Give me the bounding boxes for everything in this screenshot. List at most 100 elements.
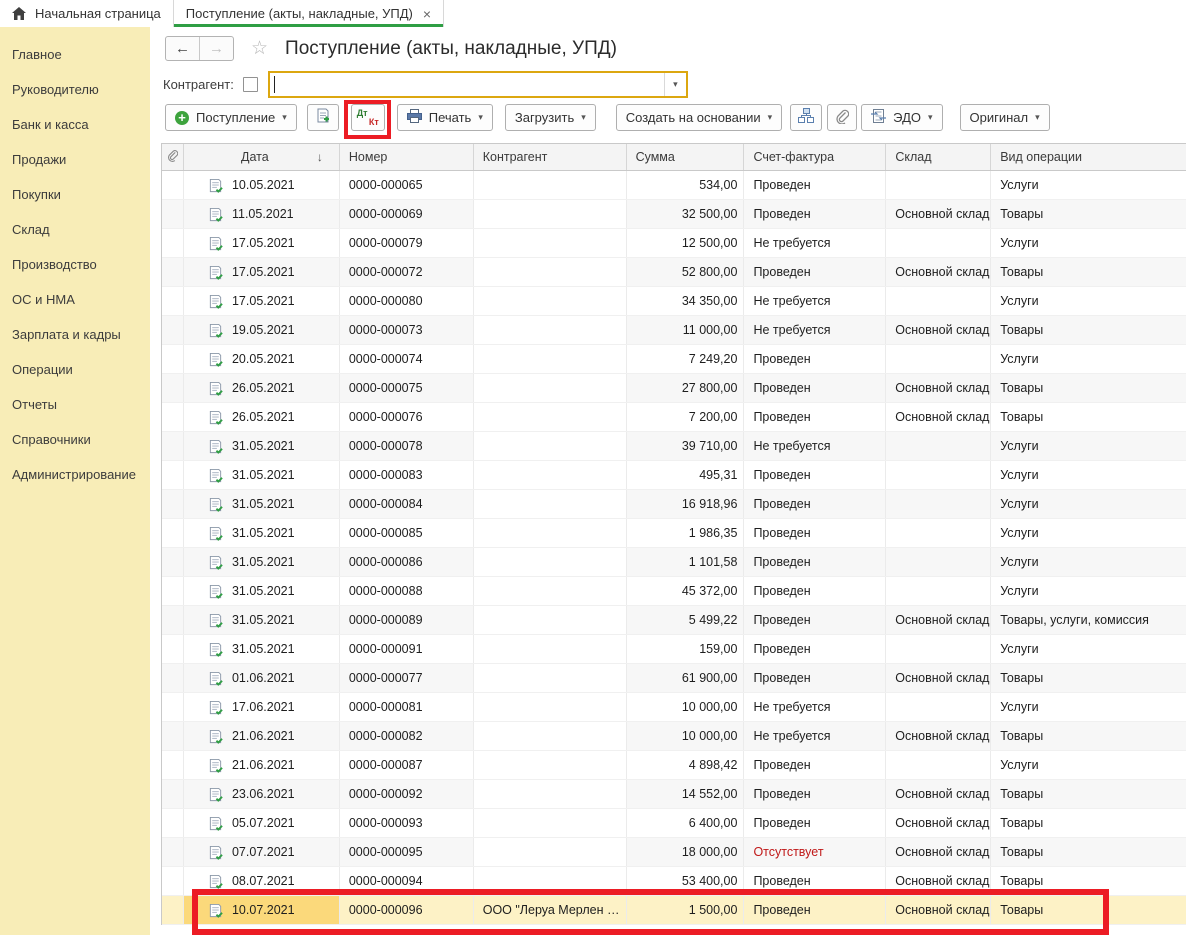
cell-counterparty — [474, 229, 627, 257]
table-row[interactable]: 10.07.2021 0000-000096 ООО "Леруа Мерлен… — [162, 896, 1186, 925]
sidebar-item-производство[interactable]: Производство — [0, 247, 150, 282]
table-row[interactable]: 31.05.2021 0000-000091 159,00 Проведен У… — [162, 635, 1186, 664]
cell-date: 11.05.2021 — [184, 200, 340, 228]
create-based-on-button[interactable]: Создать на основании ▾ — [616, 104, 782, 131]
forward-button[interactable]: → — [200, 37, 233, 60]
table-row[interactable]: 17.05.2021 0000-000072 52 800,00 Проведе… — [162, 258, 1186, 287]
combo-dropdown-button[interactable]: ▾ — [664, 73, 686, 96]
cell-operation: Услуги — [991, 345, 1186, 373]
history-nav: ← → — [165, 36, 234, 61]
column-header-attachment[interactable] — [162, 144, 184, 170]
cell-number: 0000-000084 — [340, 490, 474, 518]
edo-label: ЭДО — [893, 110, 921, 125]
column-header-date[interactable]: Дата ↓ — [184, 144, 340, 170]
cell-number: 0000-000074 — [340, 345, 474, 373]
create-receipt-button[interactable]: + Поступление ▾ — [165, 104, 297, 131]
sidebar-item-операции[interactable]: Операции — [0, 352, 150, 387]
tab-receipts[interactable]: Поступление (акты, накладные, УПД) × — [174, 0, 444, 27]
paperclip-icon — [835, 109, 849, 127]
sidebar-item-администрирование[interactable]: Администрирование — [0, 457, 150, 492]
cell-sum: 10 000,00 — [627, 722, 745, 750]
sidebar-item-склад[interactable]: Склад — [0, 212, 150, 247]
cell-sum: 7 249,20 — [627, 345, 745, 373]
cell-date-text: 31.05.2021 — [232, 497, 295, 511]
structure-icon — [798, 108, 814, 127]
table-row[interactable]: 19.05.2021 0000-000073 11 000,00 Не треб… — [162, 316, 1186, 345]
cell-operation: Товары — [991, 722, 1186, 750]
table-row[interactable]: 31.05.2021 0000-000086 1 101,58 Проведен… — [162, 548, 1186, 577]
cell-invoice: Проведен — [744, 345, 886, 373]
table-row[interactable]: 26.05.2021 0000-000075 27 800,00 Проведе… — [162, 374, 1186, 403]
sidebar-item-банк-и-касса[interactable]: Банк и касса — [0, 107, 150, 142]
original-button[interactable]: Оригинал ▾ — [960, 104, 1050, 131]
tab-close-icon[interactable]: × — [423, 7, 431, 21]
favorite-star-icon[interactable]: ☆ — [251, 37, 268, 60]
sidebar-item-ос-и-нма[interactable]: ОС и НМА — [0, 282, 150, 317]
cell-counterparty — [474, 548, 627, 576]
column-header-invoice[interactable]: Счет-фактура — [744, 144, 886, 170]
section-sidebar: ГлавноеРуководителюБанк и кассаПродажиПо… — [0, 27, 150, 935]
posted-document-icon — [208, 468, 223, 483]
cell-invoice: Проведен — [744, 809, 886, 837]
posted-document-icon — [208, 352, 223, 367]
sidebar-item-справочники[interactable]: Справочники — [0, 422, 150, 457]
sidebar-item-продажи[interactable]: Продажи — [0, 142, 150, 177]
print-button[interactable]: Печать ▾ — [397, 104, 493, 131]
counterparty-filter-checkbox[interactable] — [243, 77, 258, 92]
table-row[interactable]: 20.05.2021 0000-000074 7 249,20 Проведен… — [162, 345, 1186, 374]
cell-counterparty — [474, 722, 627, 750]
column-header-sum[interactable]: Сумма — [627, 144, 745, 170]
cell-sum: 32 500,00 — [627, 200, 745, 228]
cell-warehouse — [886, 519, 991, 547]
table-row[interactable]: 07.07.2021 0000-000095 18 000,00 Отсутст… — [162, 838, 1186, 867]
cell-operation: Услуги — [991, 577, 1186, 605]
cell-counterparty — [474, 693, 627, 721]
posted-document-icon — [208, 903, 223, 918]
table-row[interactable]: 21.06.2021 0000-000087 4 898,42 Проведен… — [162, 751, 1186, 780]
cell-attachment — [162, 461, 184, 489]
table-row[interactable]: 17.05.2021 0000-000079 12 500,00 Не треб… — [162, 229, 1186, 258]
table-row[interactable]: 01.06.2021 0000-000077 61 900,00 Проведе… — [162, 664, 1186, 693]
sidebar-item-руководителю[interactable]: Руководителю — [0, 72, 150, 107]
column-header-warehouse[interactable]: Склад — [886, 144, 991, 170]
edo-button[interactable]: ЭДО ▾ — [861, 104, 942, 131]
table-row[interactable]: 23.06.2021 0000-000092 14 552,00 Проведе… — [162, 780, 1186, 809]
cell-sum: 12 500,00 — [627, 229, 745, 257]
cell-operation: Товары — [991, 780, 1186, 808]
table-row[interactable]: 31.05.2021 0000-000084 16 918,96 Проведе… — [162, 490, 1186, 519]
plus-icon: + — [175, 111, 189, 125]
table-row[interactable]: 26.05.2021 0000-000076 7 200,00 Проведен… — [162, 403, 1186, 432]
table-row[interactable]: 31.05.2021 0000-000085 1 986,35 Проведен… — [162, 519, 1186, 548]
column-header-operation[interactable]: Вид операции — [991, 144, 1186, 170]
table-row[interactable]: 17.06.2021 0000-000081 10 000,00 Не треб… — [162, 693, 1186, 722]
cell-sum: 18 000,00 — [627, 838, 745, 866]
cell-sum: 1 101,58 — [627, 548, 745, 576]
load-button[interactable]: Загрузить ▾ — [505, 104, 596, 131]
sidebar-item-главное[interactable]: Главное — [0, 37, 150, 72]
sidebar-item-зарплата-и-кадры[interactable]: Зарплата и кадры — [0, 317, 150, 352]
column-header-number[interactable]: Номер — [340, 144, 474, 170]
table-row[interactable]: 10.05.2021 0000-000065 534,00 Проведен У… — [162, 171, 1186, 200]
sidebar-item-отчеты[interactable]: Отчеты — [0, 387, 150, 422]
show-postings-dtkt-button[interactable]: Дт Кт — [351, 104, 385, 131]
sidebar-item-покупки[interactable]: Покупки — [0, 177, 150, 212]
table-row[interactable]: 31.05.2021 0000-000083 495,31 Проведен У… — [162, 461, 1186, 490]
document-structure-button[interactable] — [790, 104, 822, 131]
counterparty-filter-input[interactable]: ▾ — [268, 71, 688, 98]
back-button[interactable]: ← — [166, 37, 200, 60]
table-row[interactable]: 31.05.2021 0000-000078 39 710,00 Не треб… — [162, 432, 1186, 461]
table-row[interactable]: 31.05.2021 0000-000088 45 372,00 Проведе… — [162, 577, 1186, 606]
cell-date: 31.05.2021 — [184, 577, 340, 605]
table-row[interactable]: 17.05.2021 0000-000080 34 350,00 Не треб… — [162, 287, 1186, 316]
table-row[interactable]: 21.06.2021 0000-000082 10 000,00 Не треб… — [162, 722, 1186, 751]
table-row[interactable]: 08.07.2021 0000-000094 53 400,00 Проведе… — [162, 867, 1186, 896]
table-row[interactable]: 31.05.2021 0000-000089 5 499,22 Проведен… — [162, 606, 1186, 635]
cell-date: 17.06.2021 — [184, 693, 340, 721]
column-header-counterparty[interactable]: Контрагент — [474, 144, 627, 170]
copy-document-button[interactable] — [307, 104, 339, 131]
attachments-button[interactable] — [827, 104, 857, 131]
tab-home[interactable]: Начальная страница — [0, 0, 174, 27]
table-row[interactable]: 11.05.2021 0000-000069 32 500,00 Проведе… — [162, 200, 1186, 229]
table-row[interactable]: 05.07.2021 0000-000093 6 400,00 Проведен… — [162, 809, 1186, 838]
cell-operation: Услуги — [991, 171, 1186, 199]
